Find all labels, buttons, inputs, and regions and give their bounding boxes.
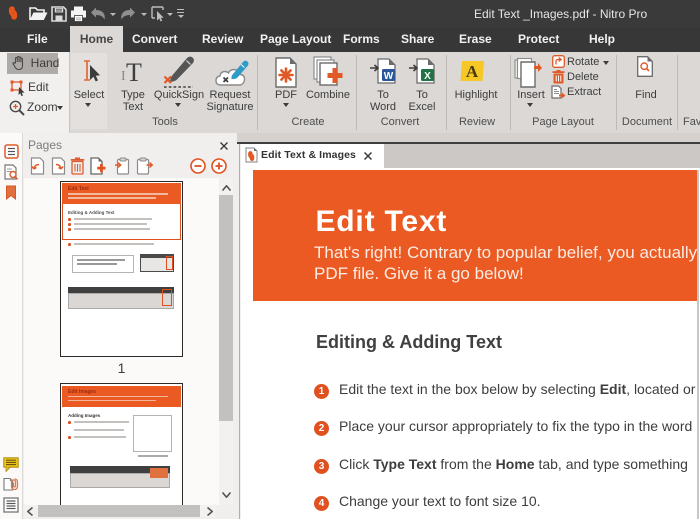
svg-text:T: T	[126, 60, 142, 83]
svg-text:W: W	[384, 71, 394, 82]
svg-text:A: A	[466, 62, 479, 81]
svg-text:X: X	[424, 71, 431, 82]
